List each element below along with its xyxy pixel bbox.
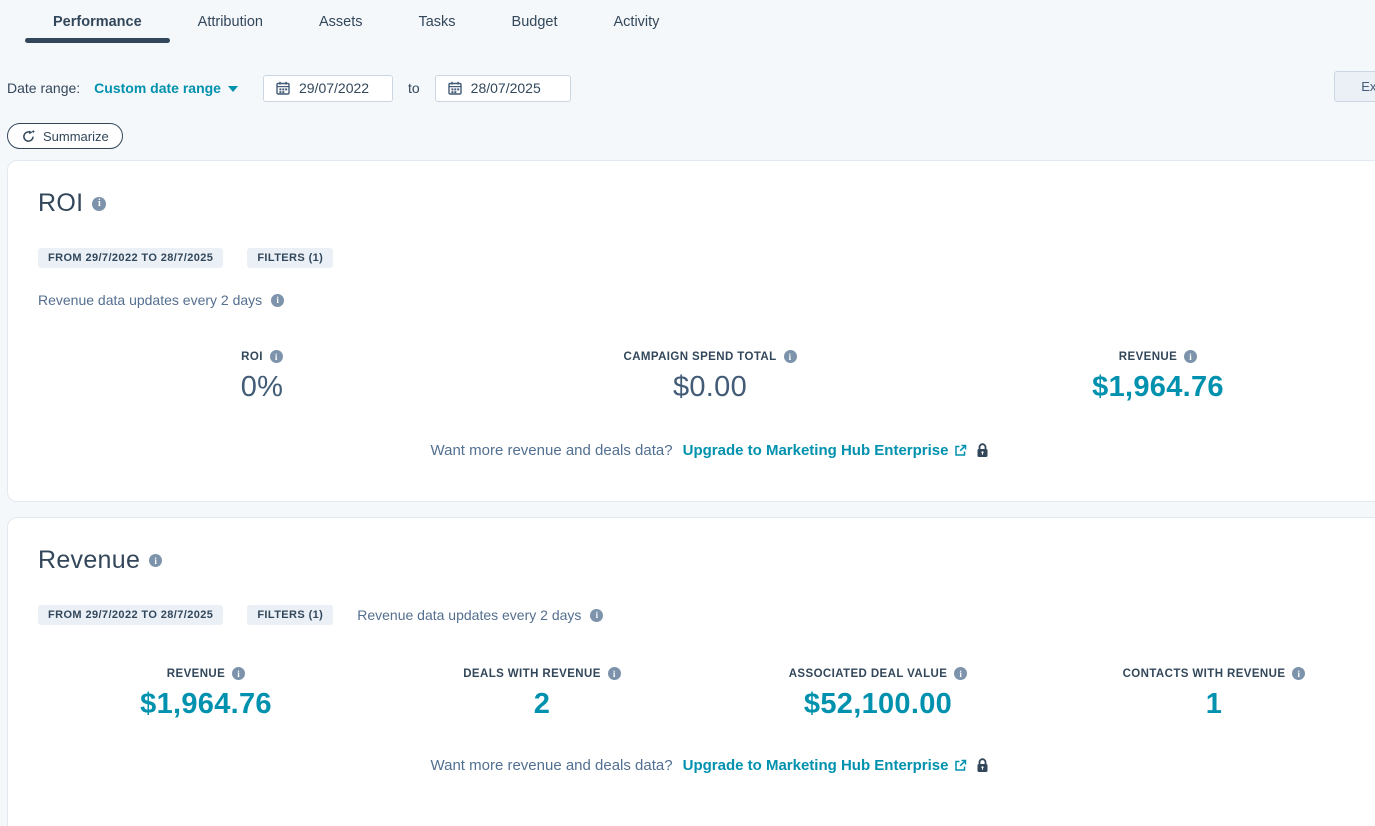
lock-icon <box>976 443 989 458</box>
upsell-row: Want more revenue and deals data? Upgrad… <box>38 757 1375 774</box>
upgrade-link-label: Upgrade to Marketing Hub Enterprise <box>683 757 949 774</box>
tab-attribution[interactable]: Attribution <box>170 0 291 44</box>
metric-associated-deal-value: ASSOCIATED DEAL VALUE i $52,100.00 <box>710 667 1046 721</box>
refresh-sparkle-icon <box>21 129 36 144</box>
upsell-text: Want more revenue and deals data? <box>431 757 673 774</box>
info-icon[interactable]: i <box>232 667 245 680</box>
metric-label: REVENUE <box>167 668 225 680</box>
revenue-card-title: Revenue <box>38 546 140 575</box>
upgrade-link[interactable]: Upgrade to Marketing Hub Enterprise <box>683 442 968 459</box>
lock-icon <box>976 758 989 773</box>
filter-bar: Date range: Custom date range 29/07/2022… <box>7 74 571 102</box>
info-icon[interactable]: i <box>784 350 797 363</box>
metric-value: 2 <box>374 688 710 721</box>
date-range-preset-value: Custom date range <box>94 80 221 96</box>
tab-assets[interactable]: Assets <box>291 0 391 44</box>
tab-label: Activity <box>614 14 660 30</box>
export-button[interactable]: Export <box>1334 71 1375 102</box>
metric-contacts-with-revenue: CONTACTS WITH REVENUE i 1 <box>1046 667 1375 721</box>
end-date-value: 28/07/2025 <box>471 80 541 96</box>
roi-card-title: ROI <box>38 189 83 218</box>
revenue-card: Revenue i FROM 29/7/2022 TO 28/7/2025 FI… <box>7 517 1375 826</box>
summarize-label: Summarize <box>43 129 109 144</box>
update-note-text: Revenue data updates every 2 days <box>38 292 262 308</box>
date-range-badge: FROM 29/7/2022 TO 28/7/2025 <box>38 605 223 625</box>
metric-campaign-spend-total: CAMPAIGN SPEND TOTAL i $0.00 <box>486 350 934 404</box>
to-label: to <box>408 80 420 96</box>
metric-label: REVENUE <box>1119 351 1177 363</box>
tab-activity[interactable]: Activity <box>586 0 688 44</box>
chevron-down-icon <box>228 86 238 92</box>
metric-label: DEALS WITH REVENUE <box>463 668 601 680</box>
date-range-preset-dropdown[interactable]: Custom date range <box>94 80 238 96</box>
info-icon[interactable]: i <box>149 554 162 567</box>
tab-performance[interactable]: Performance <box>25 0 170 44</box>
info-icon[interactable]: i <box>271 294 284 307</box>
info-icon[interactable]: i <box>1184 350 1197 363</box>
metric-label: CONTACTS WITH REVENUE <box>1123 668 1286 680</box>
info-icon[interactable]: i <box>1292 667 1305 680</box>
metric-revenue: REVENUE i $1,964.76 <box>38 667 374 721</box>
calendar-icon <box>448 81 462 95</box>
tab-label: Assets <box>319 14 363 30</box>
tab-label: Budget <box>512 14 558 30</box>
upgrade-link[interactable]: Upgrade to Marketing Hub Enterprise <box>683 757 968 774</box>
metric-value: $52,100.00 <box>710 688 1046 721</box>
metric-value: $0.00 <box>486 371 934 404</box>
end-date-input[interactable]: 28/07/2025 <box>435 75 571 102</box>
upgrade-link-label: Upgrade to Marketing Hub Enterprise <box>683 442 949 459</box>
metric-value: 0% <box>38 371 486 404</box>
filters-badge[interactable]: FILTERS (1) <box>247 248 333 268</box>
roi-card: ROI i FROM 29/7/2022 TO 28/7/2025 FILTER… <box>7 160 1375 502</box>
metric-roi: ROI i 0% <box>38 350 486 404</box>
tab-label: Performance <box>53 14 142 30</box>
external-link-icon <box>954 759 967 772</box>
info-icon[interactable]: i <box>954 667 967 680</box>
summarize-button[interactable]: Summarize <box>7 123 123 149</box>
metric-label: ASSOCIATED DEAL VALUE <box>789 668 948 680</box>
tab-tasks[interactable]: Tasks <box>390 0 483 44</box>
info-icon[interactable]: i <box>590 609 603 622</box>
tab-budget[interactable]: Budget <box>484 0 586 44</box>
metric-value: $1,964.76 <box>934 371 1375 404</box>
info-icon[interactable]: i <box>608 667 621 680</box>
tab-bar: Performance Attribution Assets Tasks Bud… <box>25 0 687 44</box>
metric-value: 1 <box>1046 688 1375 721</box>
revenue-metrics-row: REVENUE i $1,964.76 DEALS WITH REVENUE i… <box>38 667 1375 721</box>
date-range-badge: FROM 29/7/2022 TO 28/7/2025 <box>38 248 223 268</box>
metric-deals-with-revenue: DEALS WITH REVENUE i 2 <box>374 667 710 721</box>
upsell-row: Want more revenue and deals data? Upgrad… <box>38 442 1375 459</box>
tab-label: Tasks <box>418 14 455 30</box>
start-date-value: 29/07/2022 <box>299 80 369 96</box>
info-icon[interactable]: i <box>92 197 106 211</box>
update-note-text: Revenue data updates every 2 days <box>357 607 581 623</box>
roi-metrics-row: ROI i 0% CAMPAIGN SPEND TOTAL i $0.00 RE… <box>38 350 1375 404</box>
date-range-label: Date range: <box>7 80 80 96</box>
metric-revenue: REVENUE i $1,964.76 <box>934 350 1375 404</box>
metric-label: ROI <box>241 351 263 363</box>
upsell-text: Want more revenue and deals data? <box>431 442 673 459</box>
start-date-input[interactable]: 29/07/2022 <box>263 75 393 102</box>
info-icon[interactable]: i <box>270 350 283 363</box>
filters-badge[interactable]: FILTERS (1) <box>247 605 333 625</box>
metric-value: $1,964.76 <box>38 688 374 721</box>
external-link-icon <box>954 444 967 457</box>
calendar-icon <box>276 81 290 95</box>
metric-label: CAMPAIGN SPEND TOTAL <box>623 351 776 363</box>
tab-label: Attribution <box>198 14 263 30</box>
